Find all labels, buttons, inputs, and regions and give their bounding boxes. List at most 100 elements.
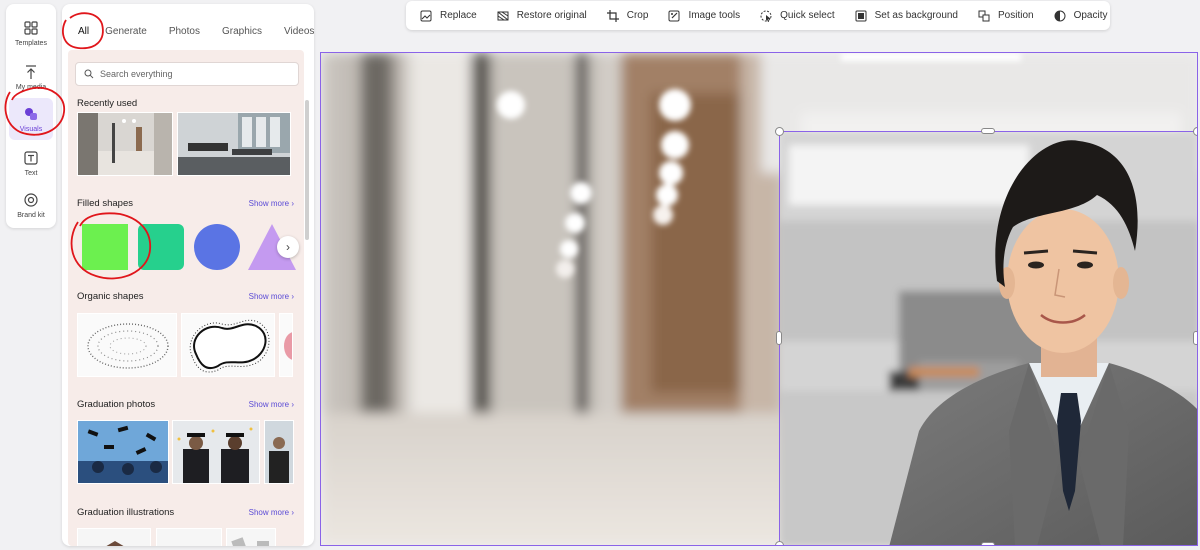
pink-shape-thumb [284,332,292,360]
left-rail: Templates My media Visuals Text Brand ki… [6,4,56,228]
carousel-next-button[interactable]: › [277,236,299,258]
rail-item-text[interactable]: Text [9,142,53,184]
show-more-label: Show more [248,508,290,517]
shape-blue-circle[interactable] [194,224,240,270]
rail-label: Visuals [19,125,43,133]
crop-icon [606,9,619,22]
rail-label: Text [24,169,38,177]
portrait-selection-frame [779,131,1197,545]
search-icon [84,69,94,79]
visuals-icon [25,107,37,120]
tab-photos[interactable]: Photos [161,22,208,44]
position-button[interactable]: Position [978,10,1034,22]
show-more-label: Show more [248,292,290,301]
outlined-blob-thumb [189,319,270,373]
scroll-illustration [231,537,269,546]
panel-tabs: All Generate Photos Graphics Videos [70,22,314,44]
resize-handle-top[interactable] [981,128,995,134]
graduation-illustration-2[interactable] [156,528,222,546]
image-tools-label: Image tools [688,10,741,21]
upload-icon [26,64,36,79]
replace-button[interactable]: Replace [420,10,477,22]
resize-handle-top-right[interactable] [1193,127,1197,136]
resize-handle-bottom[interactable] [981,542,995,545]
resize-handle-top-left[interactable] [775,127,784,136]
restore-original-label: Restore original [516,10,587,21]
brand-kit-icon [24,192,38,207]
section-title-recently-used: Recently used [77,98,138,109]
graduation-partial-thumb [265,421,293,483]
graduation-photo-caps-thrown[interactable] [77,420,169,484]
restore-icon [497,11,509,20]
rail-item-templates[interactable]: Templates [9,12,53,54]
organic-shape-pink-partial[interactable] [279,313,293,377]
recent-thumb-office-hallway[interactable] [77,112,173,176]
show-more-graduation-illustrations[interactable]: Show more › [249,508,294,517]
opacity-icon [1054,10,1066,21]
students-celebrating-thumb [173,421,259,483]
organic-shape-dotted-blob[interactable] [77,313,177,377]
show-more-organic-shapes[interactable]: Show more › [249,292,294,301]
panel-scrollbar[interactable] [305,100,309,240]
set-background-icon [855,10,867,21]
rail-label: My media [15,83,47,91]
resize-handle-left[interactable] [776,331,782,345]
organic-shape-outlined-blob[interactable] [181,313,275,377]
chevron-right-icon: › [286,240,290,254]
quick-select-button[interactable]: Quick select [760,10,835,22]
set-as-background-button[interactable]: Set as background [855,10,958,22]
section-title-organic-shapes: Organic shapes [77,291,144,302]
graduation-illustration-1[interactable] [77,528,151,546]
crop-button[interactable]: Crop [606,9,649,22]
graduation-illustration-3[interactable] [226,528,276,546]
section-title-graduation-photos: Graduation photos [77,399,156,410]
resize-handle-bottom-left[interactable] [775,541,784,545]
rail-item-visuals[interactable]: Visuals [9,98,53,140]
office-hallway-thumb [78,113,172,175]
image-tools-icon [668,10,680,21]
rail-item-brand-kit[interactable]: Brand kit [9,184,53,226]
rail-label: Templates [15,39,47,47]
opacity-label: Opacity [1073,10,1108,21]
rail-item-my-media[interactable]: My media [9,56,53,98]
shape-green-square[interactable] [82,224,128,270]
shape-teal-rounded-square[interactable] [138,224,184,270]
restore-original-button[interactable]: Restore original [497,10,587,22]
quick-select-icon [760,10,772,22]
text-icon [24,150,38,165]
replace-label: Replace [440,10,477,21]
position-icon [978,10,990,21]
graduation-photo-students-celebrating[interactable] [172,420,260,484]
design-canvas[interactable] [320,52,1198,546]
search-box[interactable] [75,62,299,86]
caps-thrown-thumb [78,421,168,483]
show-more-filled-shapes[interactable]: Show more › [249,199,294,208]
set-as-background-label: Set as background [874,10,958,21]
tab-all[interactable]: All [70,22,97,44]
search-input[interactable] [100,69,290,79]
opacity-button[interactable]: Opacity [1054,10,1108,22]
image-toolbar: Replace Restore original Crop Image tool… [406,1,1110,30]
tab-videos[interactable]: Videos [276,22,314,44]
show-more-label: Show more [248,199,290,208]
show-more-label: Show more [248,400,290,409]
office-desks-thumb [178,113,290,175]
position-label: Position [998,10,1034,21]
templates-icon [24,20,38,35]
replace-icon [420,10,432,21]
visuals-panel: All Generate Photos Graphics Videos Rece… [62,4,314,546]
graduation-cap-illustration [106,541,124,546]
section-title-graduation-illustrations: Graduation illustrations [77,507,175,518]
crop-label: Crop [626,10,649,21]
dotted-blob-thumb [87,323,169,369]
quick-select-label: Quick select [780,10,835,21]
tab-generate[interactable]: Generate [97,22,155,44]
image-tools-button[interactable]: Image tools [668,10,740,22]
recent-thumb-office-desks[interactable] [177,112,291,176]
rail-label: Brand kit [17,211,45,219]
graduation-photo-partial[interactable] [264,420,294,484]
tab-graphics[interactable]: Graphics [214,22,270,44]
resize-handle-right[interactable] [1193,331,1197,345]
section-title-filled-shapes: Filled shapes [77,198,133,209]
show-more-graduation-photos[interactable]: Show more › [249,400,294,409]
